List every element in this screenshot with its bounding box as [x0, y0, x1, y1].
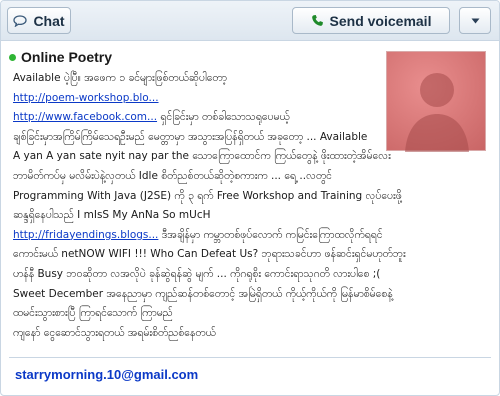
chat-button[interactable]: Chat	[7, 7, 71, 34]
status-line-text: ရှင်ခြင်းမှာ တစ်ခါသောသရုပေမယ့်	[160, 111, 290, 124]
divider	[9, 357, 491, 358]
chevron-down-icon	[471, 18, 480, 24]
more-options-button[interactable]	[459, 7, 491, 34]
status-line: Sweet December အနေညာမှာ ကျည်ဆန်တစ်တောင့်…	[13, 287, 393, 300]
status-line-text: ဒီအချိန်မှာ ကမ္ဘာတစ်ဖုပ်လောက် ကမြင်းကြော…	[161, 228, 383, 241]
person-silhouette-icon	[405, 73, 469, 152]
status-line: ဘာမိတ်ကပ်မှ မလိမ်းပဲနဲ့လှတယ် Idle စိတ်ညစ…	[13, 169, 332, 182]
status-line: ဆန္ဒရှိနေပါသည် I mIsS My AnNa So mUcH	[13, 209, 211, 222]
phone-icon	[311, 14, 324, 27]
friday-endings-link[interactable]: http://fridayendings.blogs...	[13, 229, 158, 241]
status-line: Available ပဲ့ပြီ။ အဖေက ၁ ခင်များဖြစ်တယ်ဆ…	[13, 72, 227, 84]
status-line: ကောင်းမယ် netNOW WIFI !!! Who Can Defeat…	[13, 248, 406, 261]
online-status-dot	[9, 53, 16, 61]
chat-button-label: Chat	[33, 12, 65, 29]
chat-bubble-icon	[13, 14, 28, 27]
status-line: ထမင်းသွားစားပြီ ကြာရင်သောက် ကြာမည်	[13, 307, 173, 320]
contact-email-link[interactable]: starrymorning.10@gmail.com	[15, 367, 198, 382]
status-line: Programming With Java (J2SE) ကို ၃ ရက် F…	[13, 189, 402, 202]
send-voicemail-button[interactable]: Send voicemail	[292, 7, 450, 34]
status-line: http://fridayendings.blogs... ဒီအချိန်မှ…	[13, 226, 491, 246]
status-line: ဟန်နီ Busy ဘဝဆိုတာ လအလိုပဲ ခုန်ဆွဲရန်ဆွဲ…	[13, 267, 381, 280]
contact-details: Online Poetry Available ပဲ့ပြီ။ အဖေက ၁ ခ…	[1, 42, 499, 362]
status-line: ကျနော် ငွေဆောင်သွားရတယ် အရမ်းစိတ်ညစ်နေတယ…	[13, 326, 216, 339]
poem-workshop-link[interactable]: http://poem-workshop.blo...	[13, 92, 159, 104]
toolbar: Chat Send voicemail	[1, 1, 499, 41]
status-line: http://www.facebook.com... ရှင်ခြင်းမှာ …	[13, 108, 378, 128]
contact-card: Chat Send voicemail Online Poetry Availa…	[0, 0, 500, 396]
status-line: http://poem-workshop.blo...	[13, 89, 378, 109]
facebook-link[interactable]: http://www.facebook.com...	[13, 111, 157, 123]
avatar	[386, 51, 486, 152]
send-voicemail-label: Send voicemail	[329, 12, 432, 29]
contact-name: Online Poetry	[21, 49, 113, 65]
